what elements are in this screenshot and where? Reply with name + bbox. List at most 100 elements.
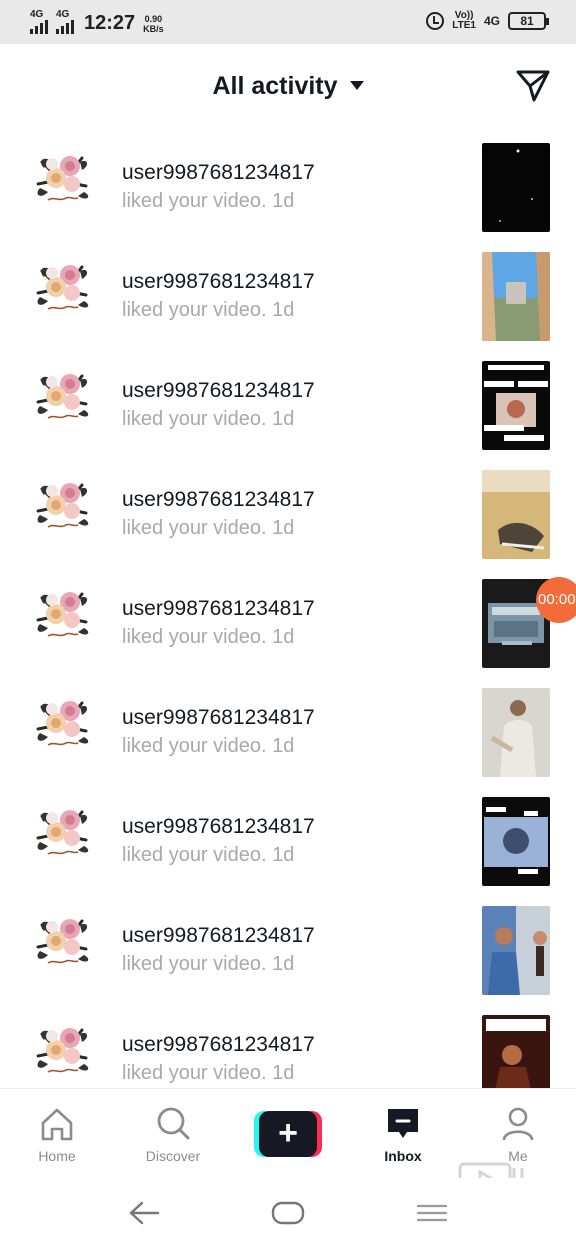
activity-row[interactable]: user9987681234817 liked your video. 1d	[0, 130, 576, 239]
video-thumbnail[interactable]	[482, 143, 550, 232]
activity-age: 1d	[272, 190, 295, 212]
user-avatar[interactable]	[30, 253, 96, 319]
activity-description: liked your video. 1d	[122, 1062, 294, 1085]
activity-description: liked your video. 1d	[122, 299, 294, 322]
activity-username[interactable]: user9987681234817	[122, 1033, 315, 1057]
activity-row[interactable]: user9987681234817 liked your video. 1d	[0, 566, 576, 675]
activity-username[interactable]: user9987681234817	[122, 706, 315, 730]
network-speed: 0.90 KB/s	[143, 14, 164, 34]
page-title: All activity	[212, 72, 338, 100]
activity-row[interactable]: user9987681234817 liked your video. 1d	[0, 675, 576, 784]
plus-icon: +	[259, 1111, 317, 1157]
nav-inbox-label: Inbox	[384, 1148, 422, 1164]
activity-description: liked your video. 1d	[122, 408, 294, 431]
nav-discover-label: Discover	[145, 1148, 201, 1164]
network-speed-value: 0.90	[144, 14, 163, 24]
nav-inbox[interactable]: Inbox	[348, 1089, 458, 1179]
activity-row[interactable]: user9987681234817 liked your video. 1d	[0, 239, 576, 348]
video-thumbnail[interactable]	[482, 470, 550, 559]
alarm-icon	[426, 12, 445, 30]
user-avatar[interactable]	[30, 1016, 96, 1082]
activity-action: liked your video.	[122, 735, 267, 757]
activity-age: 1d	[272, 626, 295, 648]
video-thumbnail[interactable]	[482, 1015, 550, 1088]
status-bar: 4G 4G 12:27 0.90 KB/s Vo)) LTE1 4G 81	[0, 0, 576, 44]
activity-username[interactable]: user9987681234817	[122, 488, 315, 512]
search-icon	[157, 1107, 190, 1140]
activity-description: liked your video. 1d	[122, 844, 294, 867]
activity-row[interactable]: user9987681234817 liked your video. 1d	[0, 784, 576, 893]
video-thumbnail[interactable]	[482, 688, 550, 777]
activity-description: liked your video. 1d	[122, 190, 294, 213]
home-icon	[41, 1108, 73, 1141]
signal-bars-icon	[30, 20, 48, 34]
activity-action: liked your video.	[122, 1062, 267, 1084]
signal-bars-icon	[56, 20, 74, 34]
create-video-button[interactable]: +	[254, 1111, 322, 1157]
video-thumbnail[interactable]	[482, 797, 550, 886]
activity-age: 1d	[272, 1062, 295, 1084]
nav-discover[interactable]: Discover	[118, 1089, 228, 1179]
inbox-icon	[388, 1109, 418, 1138]
activity-filter-dropdown[interactable]: All activity	[0, 72, 576, 101]
user-avatar[interactable]	[30, 798, 96, 864]
activity-row[interactable]: user9987681234817 liked your video. 1d	[0, 348, 576, 457]
user-avatar[interactable]	[30, 689, 96, 755]
activity-username[interactable]: user9987681234817	[122, 815, 315, 839]
recent-apps-icon[interactable]	[414, 1198, 450, 1228]
video-thumbnail[interactable]	[482, 252, 550, 341]
network-type-label: 4G	[30, 9, 44, 20]
activity-description: liked your video. 1d	[122, 626, 294, 649]
nav-home[interactable]: Home	[2, 1089, 112, 1179]
screen: 4G 4G 12:27 0.90 KB/s Vo)) LTE1 4G 81 Al…	[0, 0, 576, 1248]
nav-home-label: Home	[38, 1148, 76, 1164]
video-thumbnail[interactable]	[482, 906, 550, 995]
screen-recorder-timer[interactable]: 00:00	[536, 577, 576, 623]
video-thumbnail[interactable]	[482, 361, 550, 450]
user-avatar[interactable]	[30, 907, 96, 973]
activity-action: liked your video.	[122, 953, 267, 975]
activity-age: 1d	[272, 735, 295, 757]
activity-username[interactable]: user9987681234817	[122, 270, 315, 294]
network-speed-unit: KB/s	[143, 24, 164, 34]
inbox-header: All activity	[0, 44, 576, 130]
user-avatar[interactable]	[30, 471, 96, 537]
activity-username[interactable]: user9987681234817	[122, 161, 315, 185]
clock: 12:27	[84, 12, 136, 34]
status-right: Vo)) LTE1 4G 81	[426, 11, 549, 31]
user-avatar[interactable]	[30, 580, 96, 646]
activity-action: liked your video.	[122, 844, 267, 866]
activity-row[interactable]: user9987681234817 liked your video. 1d	[0, 457, 576, 566]
activity-age: 1d	[272, 844, 295, 866]
volte-indicator: Vo)) LTE1	[452, 11, 476, 31]
activity-username[interactable]: user9987681234817	[122, 597, 315, 621]
activity-age: 1d	[272, 408, 295, 430]
battery-icon: 81	[508, 12, 549, 30]
back-icon[interactable]	[126, 1198, 162, 1228]
network-type-label: 4G	[483, 14, 500, 28]
home-system-icon[interactable]	[270, 1198, 306, 1228]
activity-description: liked your video. 1d	[122, 953, 294, 976]
activity-action: liked your video.	[122, 299, 267, 321]
activity-age: 1d	[272, 953, 295, 975]
network-type-label: 4G	[56, 9, 70, 20]
activity-username[interactable]: user9987681234817	[122, 924, 315, 948]
status-left: 4G 4G 12:27 0.90 KB/s	[30, 10, 164, 34]
activity-list[interactable]: user9987681234817 liked your video. 1d use…	[0, 130, 576, 1088]
activity-description: liked your video. 1d	[122, 517, 294, 540]
signal-sim2: 4G	[56, 10, 74, 34]
user-avatar[interactable]	[30, 362, 96, 428]
direct-messages-icon[interactable]	[514, 66, 552, 104]
volte-bottom-label: LTE1	[452, 20, 476, 31]
activity-row[interactable]: user9987681234817 liked your video. 1d	[0, 893, 576, 1002]
activity-action: liked your video.	[122, 190, 267, 212]
caret-down-icon	[349, 80, 364, 90]
activity-row[interactable]: user9987681234817 liked your video. 1d	[0, 1002, 576, 1088]
activity-username[interactable]: user9987681234817	[122, 379, 315, 403]
activity-action: liked your video.	[122, 517, 267, 539]
activity-action: liked your video.	[122, 408, 267, 430]
activity-age: 1d	[272, 299, 295, 321]
system-navigation-bar	[0, 1178, 576, 1248]
user-avatar[interactable]	[30, 144, 96, 210]
activity-age: 1d	[272, 517, 295, 539]
